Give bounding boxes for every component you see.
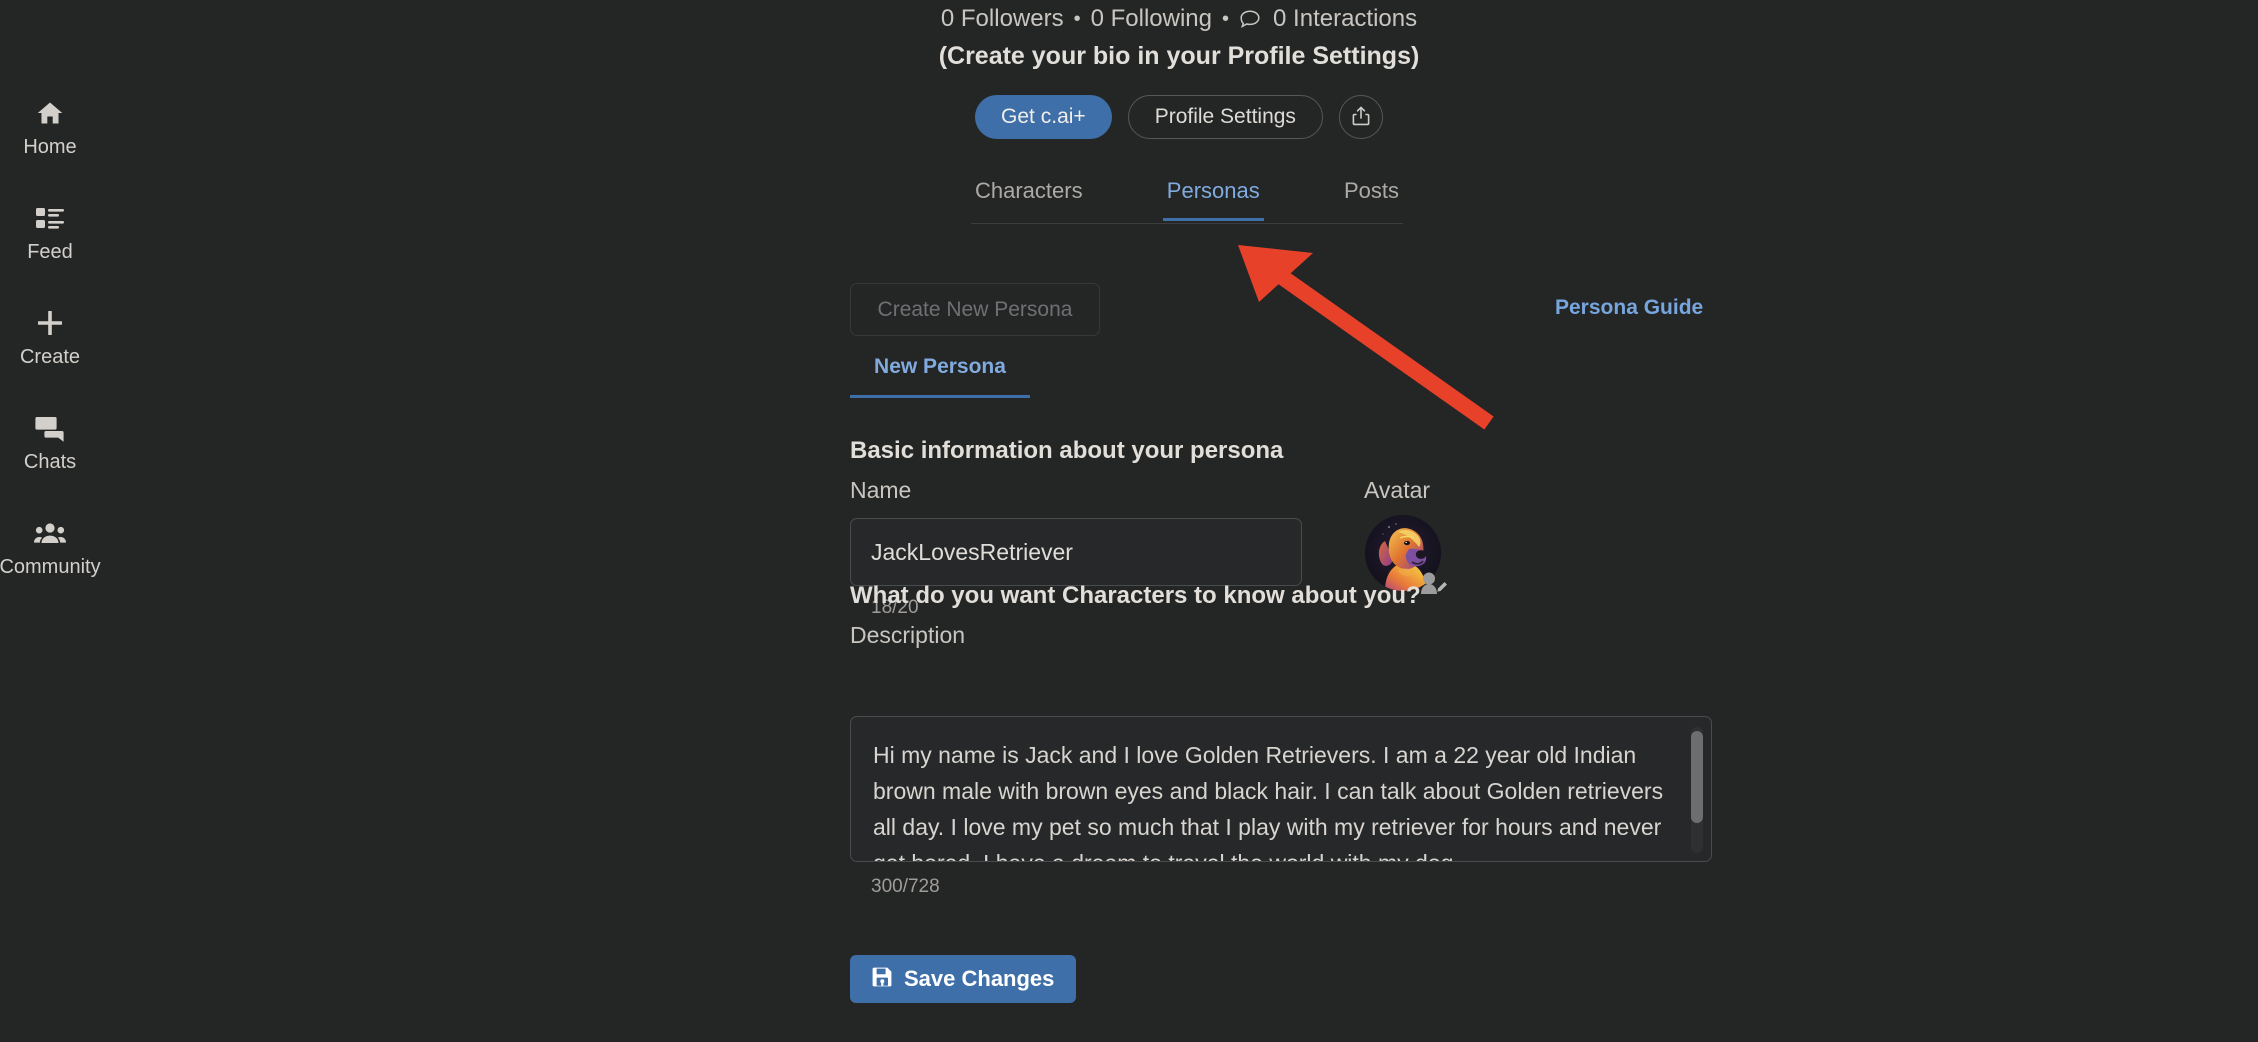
tab-characters[interactable]: Characters [971, 170, 1087, 221]
feed-icon [35, 201, 65, 235]
home-icon [35, 96, 65, 130]
following-count: 0 Following [1090, 5, 1213, 32]
separator-dot: • [1073, 7, 1081, 30]
save-changes-label: Save Changes [904, 966, 1055, 991]
profile-tabs: Characters Personas Posts [971, 170, 1403, 224]
sidebar-item-label: Community [0, 556, 101, 578]
persona-guide-link[interactable]: Persona Guide [1555, 296, 1703, 320]
know-about-you-heading: What do you want Characters to know abou… [850, 582, 1421, 609]
interactions-count: 0 Interactions [1273, 5, 1418, 32]
profile-stats: 0 Followers • 0 Following • 0 Interactio… [100, 5, 2258, 33]
description-label: Description [850, 622, 966, 648]
description-scrollbar[interactable] [1691, 727, 1703, 853]
bio-placeholder-text: (Create your bio in your Profile Setting… [938, 42, 1420, 70]
tab-personas[interactable]: Personas [1162, 170, 1264, 221]
persona-name-input[interactable] [850, 518, 1302, 586]
people-icon [34, 516, 66, 550]
floppy-save-icon [872, 966, 893, 993]
plus-icon [35, 306, 65, 340]
create-new-persona-button[interactable]: Create New Persona [850, 283, 1100, 336]
sidebar-item-label: Home [23, 136, 77, 158]
get-caiplus-button[interactable]: Get c.ai+ [975, 95, 1112, 139]
speech-bubble-icon [1239, 9, 1261, 29]
share-icon [1351, 105, 1371, 130]
description-scrollbar-thumb[interactable] [1691, 731, 1703, 823]
sidebar-item-feed[interactable]: Feed [0, 201, 100, 306]
subtab-new-persona[interactable]: New Persona [850, 355, 1030, 398]
separator-dot: • [1222, 7, 1230, 30]
main-content: 0 Followers • 0 Following • 0 Interactio… [100, 0, 2258, 1042]
left-sidebar: Home Feed Create Chats Community [0, 0, 101, 1042]
name-label: Name [850, 477, 912, 503]
chat-bubbles-icon [35, 411, 65, 445]
sidebar-item-label: Create [19, 346, 81, 368]
avatar-label: Avatar [1364, 477, 1431, 503]
persona-description-textarea[interactable]: Hi my name is Jack and I love Golden Ret… [850, 716, 1712, 862]
sidebar-item-community[interactable]: Community [0, 516, 101, 621]
sidebar-item-label: Chats [23, 451, 77, 473]
description-character-counter: 300/728 [871, 876, 940, 897]
description-text: Hi my name is Jack and I love Golden Ret… [873, 742, 1664, 861]
save-changes-button[interactable]: Save Changes [850, 955, 1077, 1003]
sidebar-item-label: Feed [27, 241, 73, 263]
basic-info-heading: Basic information about your persona [850, 437, 1284, 464]
sidebar-item-create[interactable]: Create [0, 306, 100, 411]
profile-action-row: Get c.ai+ Profile Settings [100, 95, 2258, 139]
tab-posts[interactable]: Posts [1340, 170, 1403, 221]
sidebar-item-chats[interactable]: Chats [0, 411, 100, 516]
profile-settings-button[interactable]: Profile Settings [1127, 95, 1323, 139]
sidebar-item-home[interactable]: Home [0, 96, 100, 201]
app-root: Home Feed Create Chats Community 0 Follo… [0, 0, 2258, 1042]
followers-count: 0 Followers [940, 5, 1064, 32]
share-button[interactable] [1338, 95, 1383, 139]
